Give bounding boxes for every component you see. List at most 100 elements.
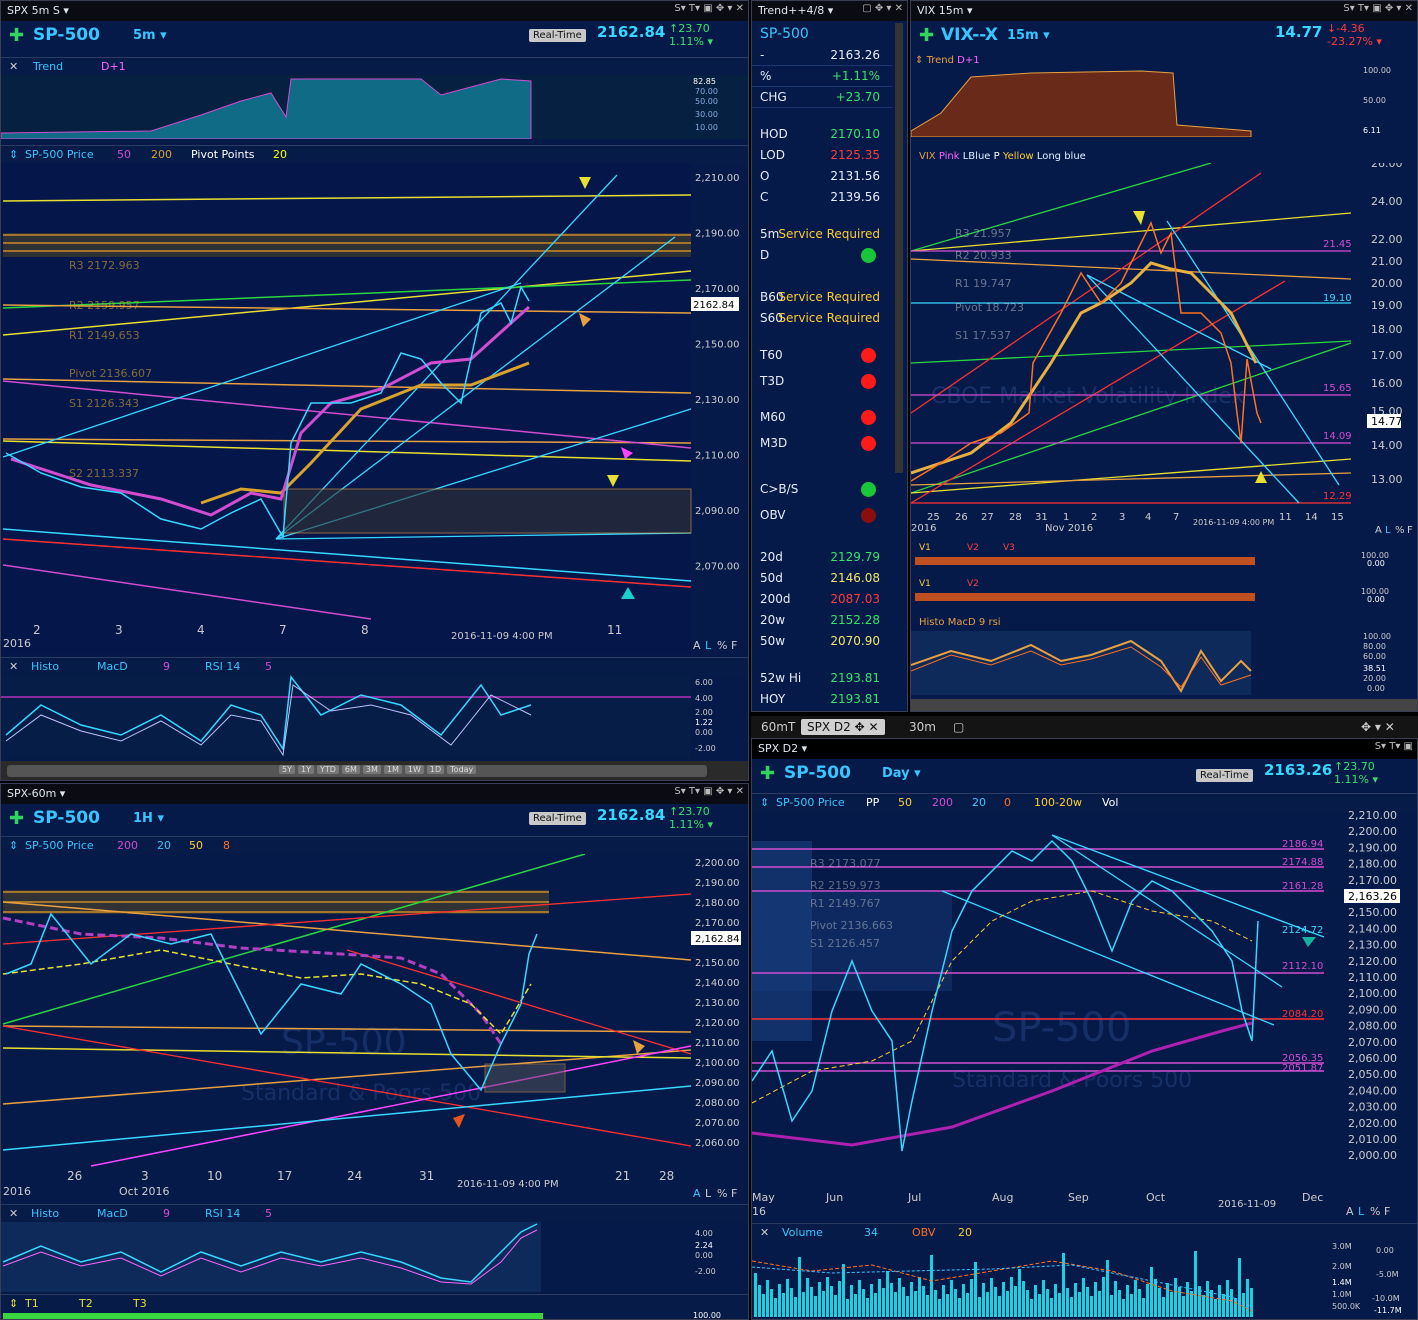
- symbol-name[interactable]: SP-500: [33, 808, 100, 828]
- price-label[interactable]: SP-500 Price: [25, 148, 94, 161]
- timeframe-button[interactable]: 1Y: [297, 765, 314, 774]
- param-label[interactable]: 200: [932, 796, 953, 809]
- trend-d-label[interactable]: D+1: [101, 60, 126, 73]
- dropdown-icon[interactable]: ▾: [802, 742, 808, 755]
- timeframe-button[interactable]: 3M: [362, 765, 381, 774]
- osc-label[interactable]: MacD: [948, 617, 976, 628]
- interval-selector[interactable]: 15m ▾: [1007, 28, 1050, 43]
- timeframe-button[interactable]: 1M: [383, 765, 402, 774]
- panel-title[interactable]: SPX-60m: [7, 787, 56, 800]
- move-icon[interactable]: ⇕: [9, 148, 18, 161]
- spx-60m-panel[interactable]: SPX-60m ▾ S▾ T▾ ▣ ✥ ▾ ✕ ✚ SP-500 1H ▾ Re…: [0, 783, 749, 1320]
- panel-title[interactable]: SPX 5m S: [7, 4, 60, 17]
- ma-label[interactable]: 8: [223, 839, 230, 852]
- v3-label[interactable]: V3: [1003, 543, 1015, 553]
- t-label[interactable]: T3: [133, 1297, 147, 1310]
- dropdown-icon[interactable]: ▾: [967, 4, 973, 17]
- add-icon[interactable]: ✚: [9, 25, 24, 46]
- panel-title-bar[interactable]: SPX D2 ▾ S▾ T▾ ▣: [752, 739, 1417, 759]
- v2-label[interactable]: V2: [967, 579, 979, 589]
- watchlist-row[interactable]: 200d 2087.03: [752, 589, 892, 610]
- param-label[interactable]: 50: [898, 796, 912, 809]
- osc-label[interactable]: rsi: [988, 617, 1000, 628]
- volume-label[interactable]: Volume: [782, 1226, 823, 1239]
- watchlist-row[interactable]: CHG +23.70: [752, 87, 892, 108]
- legend-p[interactable]: P: [994, 151, 1000, 162]
- osc-label[interactable]: MacD: [97, 660, 128, 673]
- spx-daily-price-chart[interactable]: SP-500 Standard & Poors 500 2186.94 2174…: [752, 811, 1418, 1221]
- panel-tools-icons[interactable]: S▾ T▾ ▣: [1375, 741, 1413, 752]
- osc-label[interactable]: 9: [163, 1207, 170, 1220]
- panel-title[interactable]: SPX D2: [758, 742, 798, 755]
- price-label[interactable]: SP-500 Price: [776, 796, 845, 809]
- close-icon[interactable]: ✕: [9, 1207, 18, 1220]
- legend-yellow[interactable]: Yellow: [1003, 151, 1034, 162]
- ma2-label[interactable]: 200: [151, 148, 172, 161]
- timeframe-button[interactable]: 5Y: [279, 765, 295, 774]
- scrollbar[interactable]: [911, 699, 1417, 711]
- watchlist-row[interactable]: 50d 2146.08: [752, 568, 892, 589]
- legend-long-blue[interactable]: Long blue: [1037, 151, 1086, 162]
- realtime-badge[interactable]: Real-Time: [1196, 769, 1253, 782]
- v1-label[interactable]: V1: [919, 579, 931, 589]
- ma-label[interactable]: 50: [189, 839, 203, 852]
- osc-label[interactable]: RSI 14: [205, 1207, 240, 1220]
- osc-label[interactable]: Histo: [31, 660, 59, 673]
- vix-15m-panel[interactable]: VIX 15m ▾ S▾ T▾ ▣ ✥ ▾ ✕ ✚ VIX--X 15m ▾ 1…: [910, 0, 1418, 712]
- param-label[interactable]: PP: [866, 796, 879, 809]
- watchlist-row[interactable]: OBV: [752, 505, 892, 526]
- timeframe-button[interactable]: 1D: [426, 765, 445, 774]
- watchlist-row[interactable]: B60 Service Required: [752, 287, 892, 308]
- watchlist-row[interactable]: 5m Service Required: [752, 224, 892, 245]
- watchlist-row[interactable]: O 2131.56: [752, 166, 892, 187]
- vix-price-chart[interactable]: CBOE Market Volatility Index 21.45 19.10…: [911, 163, 1418, 541]
- osc-label[interactable]: 9: [979, 617, 985, 628]
- watchlist-row[interactable]: LOD 2125.35: [752, 145, 892, 166]
- v2-label[interactable]: V2: [967, 543, 979, 553]
- move-icon[interactable]: ⇕: [760, 796, 769, 809]
- move-icon[interactable]: ⇕: [9, 839, 18, 852]
- watchlist-row[interactable]: M60: [752, 407, 892, 428]
- legend-vix[interactable]: VIX: [919, 151, 936, 162]
- timeframe-button[interactable]: YTD: [316, 765, 339, 774]
- ma-label[interactable]: 200: [117, 839, 138, 852]
- watchlist-scrollbar[interactable]: [895, 23, 903, 473]
- close-icon[interactable]: ✕: [9, 660, 18, 673]
- trend-label[interactable]: Trend: [33, 60, 63, 73]
- tab-30m[interactable]: 30m: [903, 719, 942, 735]
- obv-label[interactable]: OBV: [912, 1226, 935, 1239]
- price-label[interactable]: SP-500 Price: [25, 839, 94, 852]
- timeframe-button[interactable]: 6M: [341, 765, 360, 774]
- move-icon[interactable]: ⇕: [9, 1297, 18, 1310]
- volume-param[interactable]: 34: [864, 1226, 878, 1239]
- param-label[interactable]: 0: [1004, 796, 1011, 809]
- legend-pink[interactable]: Pink: [939, 151, 960, 162]
- watchlist-row[interactable]: S60 Service Required: [752, 308, 892, 329]
- panel-tools-icons[interactable]: ▢ ✥ ▾ ✕: [862, 3, 903, 14]
- symbol-name[interactable]: VIX--X: [941, 25, 998, 45]
- tab-60mt[interactable]: 60mT: [755, 719, 801, 735]
- watchlist-row[interactable]: C 2139.56: [752, 187, 892, 208]
- symbol-name[interactable]: SP-500: [33, 25, 100, 45]
- dropdown-icon[interactable]: ▾: [60, 787, 66, 800]
- panel-tools-icons[interactable]: S▾ T▾ ▣ ✥ ▾ ✕: [1343, 3, 1413, 14]
- v1-label[interactable]: V1: [919, 543, 931, 553]
- osc-label[interactable]: Histo: [31, 1207, 59, 1220]
- panel-tools-icons[interactable]: ✥ ▾ ✕: [1355, 719, 1401, 735]
- param-label[interactable]: 20: [972, 796, 986, 809]
- watchlist-row[interactable]: 52w Hi 2193.81: [752, 668, 892, 689]
- watchlist-row[interactable]: C>B/S: [752, 479, 892, 500]
- pivot-label[interactable]: Pivot Points: [191, 148, 255, 161]
- watchlist-row[interactable]: M3D: [752, 433, 892, 454]
- pivot-n-label[interactable]: 20: [273, 148, 287, 161]
- panel-title-bar[interactable]: SPX-60m ▾ S▾ T▾ ▣ ✥ ▾ ✕: [1, 784, 748, 804]
- t-label[interactable]: T1: [25, 1297, 39, 1310]
- tab-spx-d2[interactable]: SPX D2 ✥ ✕: [801, 719, 885, 735]
- t-label[interactable]: T2: [79, 1297, 93, 1310]
- panel-title-bar[interactable]: SPX 5m S ▾ S▾ T▾ ▣ ✥ ▾ ✕: [1, 1, 748, 21]
- dropdown-icon[interactable]: ▾: [63, 4, 69, 17]
- watchlist-row[interactable]: HOY 2193.81: [752, 689, 892, 710]
- interval-selector[interactable]: Day ▾: [882, 766, 921, 781]
- watchlist-row[interactable]: T60: [752, 345, 892, 366]
- osc-label[interactable]: 5: [265, 1207, 272, 1220]
